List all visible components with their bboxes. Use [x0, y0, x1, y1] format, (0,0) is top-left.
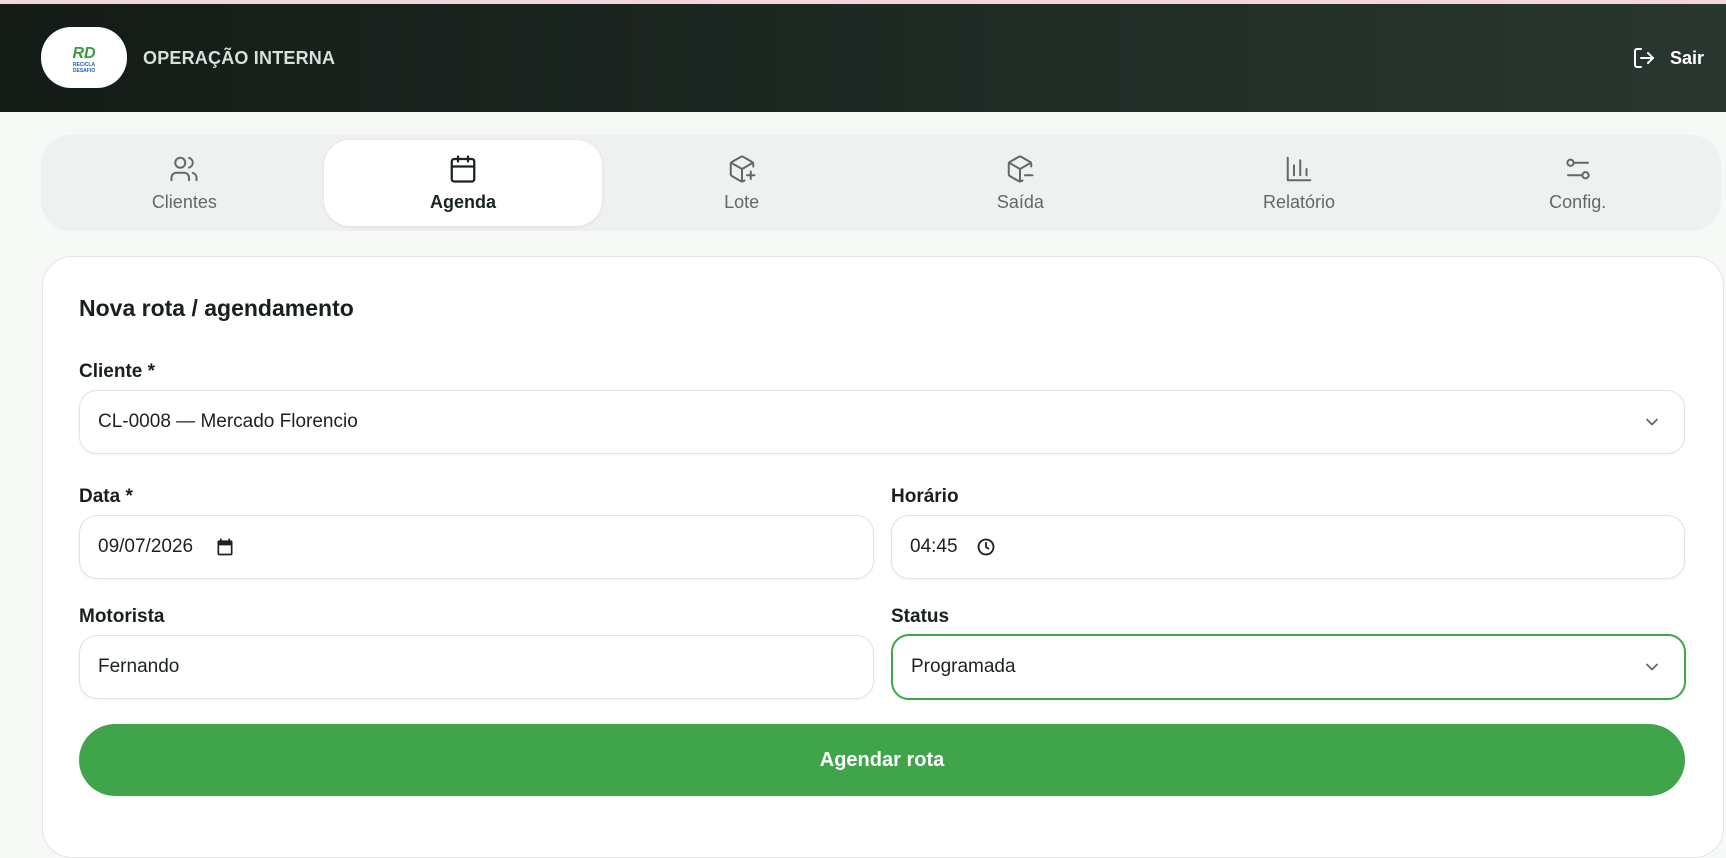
data-label: Data * — [79, 486, 133, 507]
logo-mark: RD — [72, 45, 96, 62]
bar-chart-icon — [1286, 156, 1312, 181]
cliente-select[interactable]: CL-0008 — Mercado Florencio — [79, 390, 1685, 454]
horario-label: Horário — [891, 486, 959, 507]
logout-label: Sair — [1669, 47, 1704, 68]
main-tabs: Clientes Agenda Lote Saída Relatório Con… — [41, 135, 1721, 231]
motorista-value: Fernando — [98, 656, 180, 677]
cliente-value: CL-0008 — Mercado Florencio — [98, 411, 358, 432]
calendar-icon — [450, 154, 476, 183]
logout-button[interactable]: Sair — [1632, 44, 1704, 72]
log-out-icon — [1633, 48, 1654, 68]
data-value: 09/07/2026 — [98, 536, 194, 557]
package-plus-icon — [729, 155, 756, 182]
tab-label: Relatório — [1263, 191, 1336, 212]
app-header: RD RECICLA DESAFIO OPERAÇÃO INTERNA Sair — [0, 4, 1726, 112]
horario-input[interactable]: 04:45 — [891, 515, 1685, 579]
users-icon — [170, 156, 198, 181]
tab-relatorio[interactable]: Relatório — [1160, 140, 1439, 226]
schedule-form-card: Nova rota / agendamento Cliente * CL-000… — [42, 256, 1724, 858]
tab-label: Clientes — [151, 191, 217, 212]
tab-agenda[interactable]: Agenda — [323, 140, 603, 226]
clock-icon[interactable] — [976, 537, 996, 557]
logo: RD RECICLA DESAFIO — [41, 27, 127, 88]
cliente-label: Cliente * — [79, 361, 156, 382]
tab-saida[interactable]: Saída — [881, 140, 1160, 226]
form-title: Nova rota / agendamento — [79, 295, 354, 321]
tab-label: Agenda — [430, 191, 497, 212]
calendar-picker-icon[interactable] — [215, 537, 235, 557]
sliders-icon — [1566, 158, 1590, 179]
tab-label: Lote — [724, 191, 760, 212]
tab-lote[interactable]: Lote — [602, 140, 881, 226]
tab-config[interactable]: Config. — [1438, 140, 1717, 226]
tab-label: Saída — [996, 191, 1044, 212]
status-select[interactable]: Programada — [891, 634, 1686, 700]
package-minus-icon — [1008, 155, 1034, 182]
status-label: Status — [891, 606, 950, 627]
data-input[interactable]: 09/07/2026 — [79, 515, 874, 579]
horario-value: 04:45 — [910, 536, 958, 557]
app-title: OPERAÇÃO INTERNA — [143, 48, 336, 68]
motorista-input[interactable]: Fernando — [79, 635, 874, 699]
motorista-label: Motorista — [79, 606, 165, 627]
status-value: Programada — [911, 656, 1016, 677]
tab-clientes[interactable]: Clientes — [45, 140, 324, 226]
tab-label: Config. — [1549, 191, 1607, 212]
chevron-down-icon — [1646, 663, 1658, 671]
logo-text-bottom: DESAFIO — [73, 68, 95, 74]
agendar-rota-button[interactable]: Agendar rota — [79, 724, 1685, 796]
chevron-down-icon — [1646, 418, 1658, 426]
